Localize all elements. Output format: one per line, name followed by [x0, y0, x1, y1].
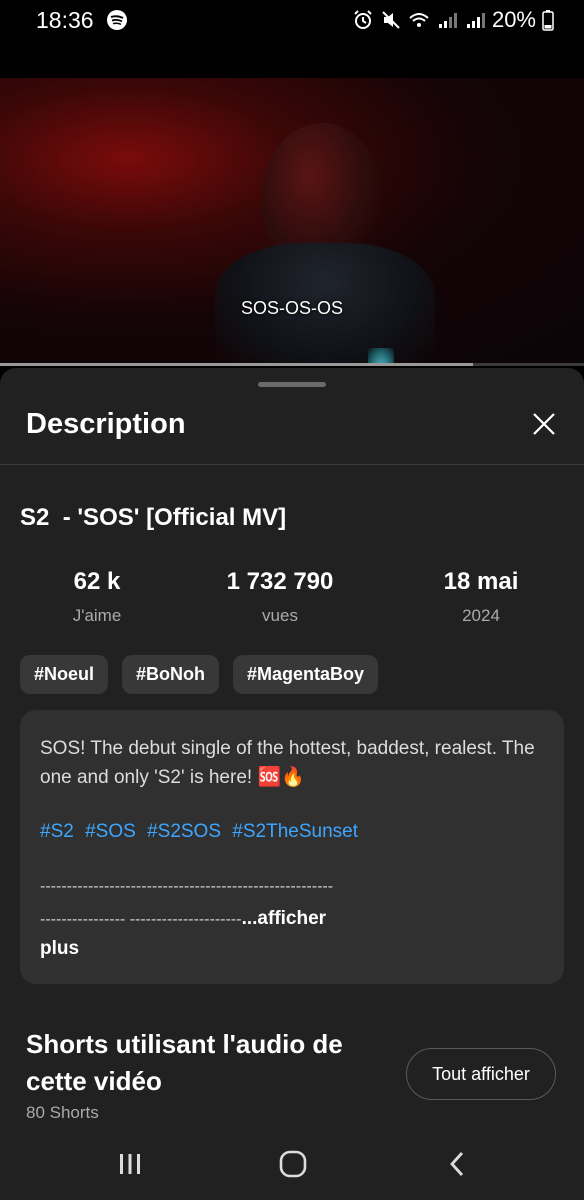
back-icon[interactable]	[442, 1148, 474, 1180]
recent-apps-icon[interactable]	[114, 1148, 146, 1180]
likes-label: J'aime	[72, 606, 122, 625]
show-all-button[interactable]: Tout afficher	[406, 1048, 556, 1100]
sheet-drag-handle[interactable]	[258, 382, 326, 387]
hashtag-chip[interactable]: #BoNoh	[122, 655, 220, 694]
views-count: 1 732 790	[226, 568, 334, 595]
date-year: 2024	[462, 606, 500, 625]
video-progress-bar[interactable]	[0, 363, 584, 366]
video-progress-fill	[0, 363, 474, 366]
battery-percent: 20%	[491, 7, 536, 32]
shorts-section-title: Shorts utilisant l'audio de cette vidéo	[26, 1029, 343, 1096]
home-icon[interactable]	[277, 1148, 309, 1180]
hashtag-chip[interactable]: #MagentaBoy	[233, 655, 379, 694]
battery-icon	[542, 10, 554, 31]
hashtag-chip[interactable]: #Noeul	[20, 655, 109, 694]
likes-count: 62 k	[73, 568, 121, 595]
show-more-link[interactable]: ...afficher	[242, 908, 326, 929]
views-label: vues	[262, 606, 298, 625]
system-nav-bar	[0, 1128, 584, 1200]
hashtag-chips: #Noeul #BoNoh #MagentaBoy	[20, 655, 379, 694]
close-icon[interactable]	[530, 410, 558, 438]
show-more-link-continued[interactable]: plus	[40, 938, 79, 960]
alarm-icon	[354, 10, 372, 29]
signal-icon-2	[466, 13, 485, 28]
description-box[interactable]: SOS! The debut single of the hottest, ba…	[20, 710, 564, 984]
video-title: S2 - 'SOS' [Official MV]	[20, 504, 287, 531]
hashtag-link[interactable]: #S2	[40, 821, 74, 842]
description-text: SOS! The debut single of the hottest, ba…	[40, 738, 535, 788]
shorts-count: 80 Shorts	[26, 1103, 99, 1122]
likes-stat: 62 k J'aime	[42, 568, 152, 626]
hashtag-link[interactable]: #S2SOS	[147, 821, 221, 842]
clock: 18:36	[36, 7, 94, 33]
video-frame[interactable]	[0, 78, 584, 366]
hashtag-link[interactable]: #S2TheSunset	[232, 821, 358, 842]
wifi-icon	[409, 13, 429, 27]
signal-icon-1	[438, 13, 457, 28]
date-day: 18 mai	[443, 568, 519, 595]
views-stat: 1 732 790 vues	[200, 568, 360, 626]
date-stat: 18 mai 2024	[420, 568, 542, 626]
divider	[0, 464, 584, 465]
video-subtitle: SOS-OS-OS	[240, 298, 343, 318]
description-separator-2: ---------------- ---------------------	[40, 911, 242, 928]
description-hashtags: #S2 #SOS #S2SOS #S2TheSunset	[40, 821, 364, 843]
video-player[interactable]: SOS-OS-OS	[0, 40, 584, 366]
description-more-row: ---------------- ---------------------..…	[40, 908, 326, 930]
status-bar: 18:36 20%	[0, 0, 584, 40]
spotify-icon	[107, 10, 127, 30]
sheet-title: Description	[26, 408, 186, 440]
hashtag-link[interactable]: #SOS	[85, 821, 136, 842]
description-separator: ----------------------------------------…	[40, 878, 334, 895]
mute-icon	[382, 11, 400, 29]
description-sheet: Description S2 - 'SOS' [Official MV] 62 …	[0, 368, 584, 1200]
